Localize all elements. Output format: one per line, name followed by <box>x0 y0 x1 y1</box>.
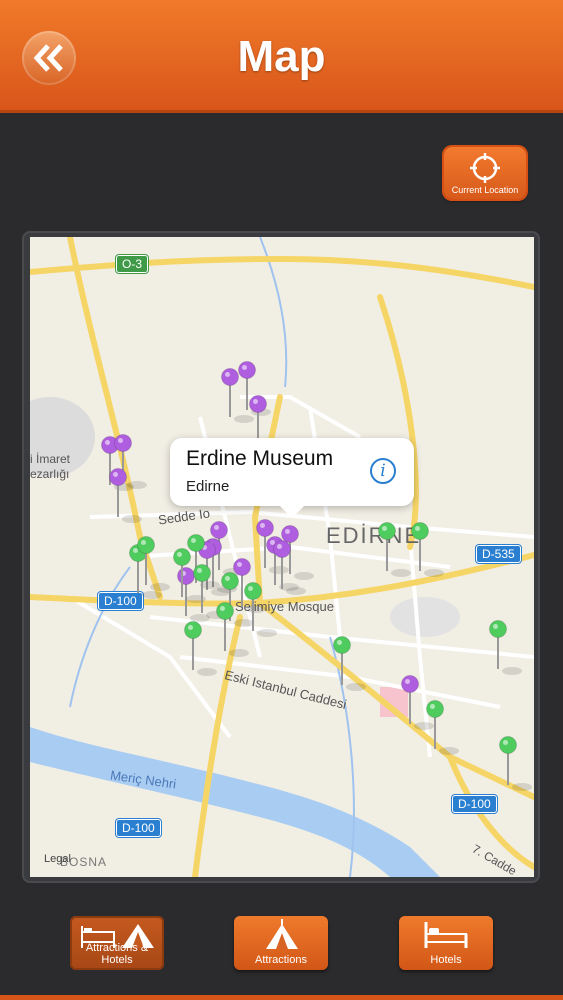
tab-label: Attractions <box>255 954 307 966</box>
hotel-pin[interactable] <box>137 536 171 592</box>
hotel-pin[interactable] <box>333 636 367 692</box>
crosshair-icon <box>470 153 500 183</box>
hotel-pin[interactable] <box>184 621 218 677</box>
map-view[interactable]: O-3 D-535 D-100 D-100 D-100 Sedde Io EDİ… <box>30 237 534 877</box>
app-header: Map <box>0 0 563 113</box>
hotel-pin[interactable] <box>489 620 523 676</box>
attraction-pin[interactable] <box>109 468 143 524</box>
tab-attractions[interactable]: Attractions <box>234 916 328 970</box>
bottom-accent-bar <box>0 995 563 1000</box>
hotel-pin[interactable] <box>499 736 533 792</box>
hotel-pin[interactable] <box>216 602 250 658</box>
callout-subtitle: Edirne <box>186 478 230 495</box>
hotel-pin[interactable] <box>411 522 445 578</box>
current-location-label: Current Location <box>451 185 519 195</box>
tab-label: Hotels <box>430 954 462 966</box>
info-icon[interactable]: i <box>370 458 396 484</box>
tent-icon <box>266 919 298 949</box>
bed-icon <box>424 922 468 948</box>
tab-attractions-and-hotels[interactable]: Attractions & Hotels <box>70 916 164 970</box>
callout-title: Erdine Museum <box>186 447 334 470</box>
tab-label: Attractions & Hotels <box>85 942 149 966</box>
map-callout[interactable]: Erdine Museum Edirne i <box>170 438 414 518</box>
hotel-pin[interactable] <box>378 522 412 578</box>
current-location-button[interactable]: Current Location <box>444 147 526 199</box>
map-pins <box>101 361 533 792</box>
page-title: Map <box>237 32 326 81</box>
tab-hotels[interactable]: Hotels <box>399 916 493 970</box>
